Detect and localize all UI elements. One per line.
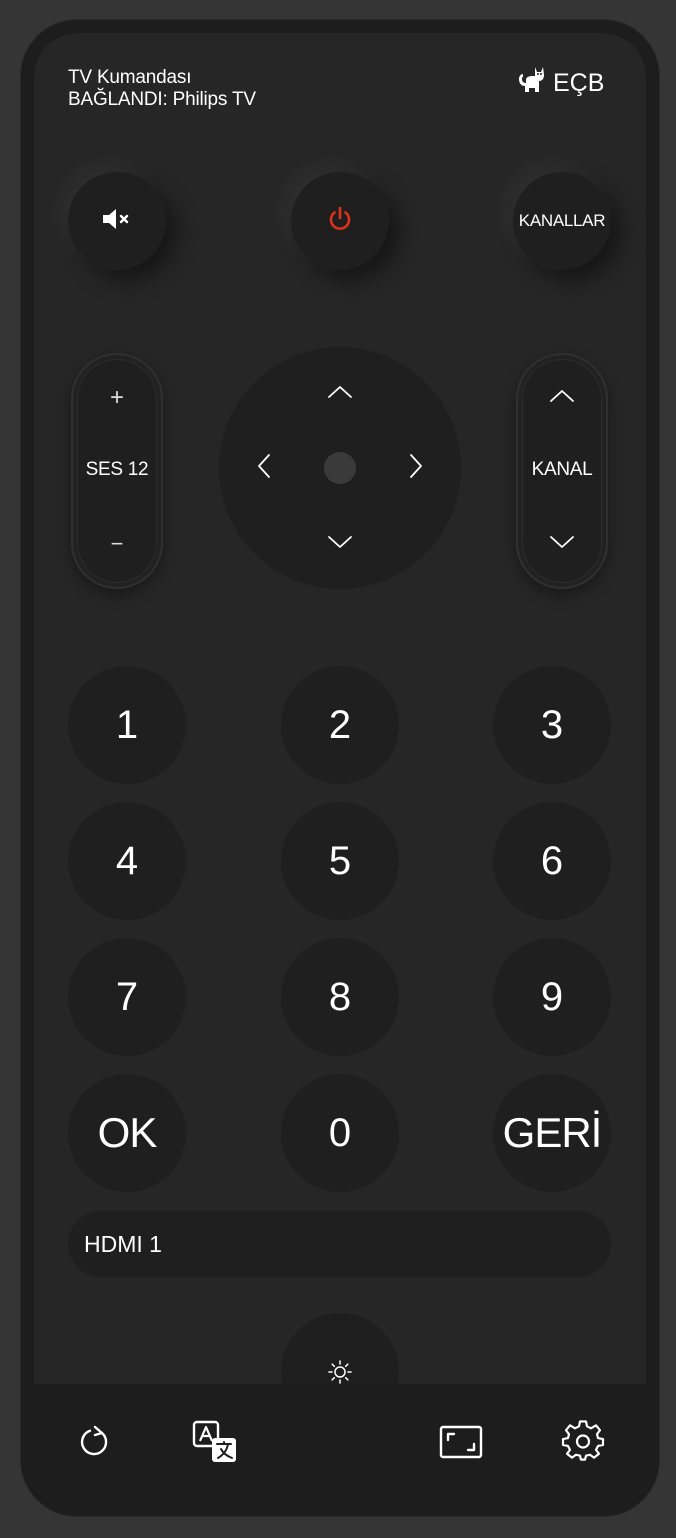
channel-down-button[interactable]	[522, 519, 602, 569]
digit-2-button[interactable]: 2	[281, 666, 399, 784]
dpad-down-button[interactable]	[315, 519, 365, 569]
channel-label: KANAL	[531, 459, 593, 480]
digit-9-button[interactable]: 9	[493, 938, 611, 1056]
channel-up-button[interactable]	[522, 373, 602, 423]
aspect-ratio-icon	[438, 1424, 484, 1465]
ok-button[interactable]: OK	[68, 1074, 186, 1192]
dpad-up-button[interactable]	[315, 369, 365, 419]
mute-button[interactable]	[68, 172, 166, 270]
brand-text: EÇB	[553, 69, 605, 97]
digit-5-button[interactable]: 5	[281, 802, 399, 920]
chevron-right-icon	[408, 453, 424, 484]
digit-7-button[interactable]: 7	[68, 938, 186, 1056]
source-label: HDMI 1	[84, 1230, 162, 1257]
dpad-right-button[interactable]	[391, 443, 441, 493]
volume-down-button[interactable]: −	[77, 519, 157, 569]
plus-icon: +	[109, 384, 124, 411]
minus-icon: −	[110, 531, 124, 556]
dpad-left-button[interactable]	[239, 443, 289, 493]
language-button[interactable]	[190, 1420, 240, 1468]
chevron-down-icon	[327, 534, 353, 555]
digit-0-button[interactable]: 0	[281, 1074, 399, 1192]
translate-icon	[192, 1420, 238, 1469]
refresh-icon	[76, 1424, 112, 1465]
settings-button[interactable]	[560, 1419, 606, 1468]
source-selector[interactable]: HDMI 1	[68, 1211, 611, 1277]
digit-6-button[interactable]: 6	[493, 802, 611, 920]
volume-rocker: + SES 12 −	[71, 353, 163, 589]
volume-up-button[interactable]: +	[77, 373, 157, 423]
brand-logo: EÇB	[515, 64, 604, 103]
power-icon	[326, 205, 354, 238]
cat-icon	[515, 64, 547, 103]
chevron-up-icon	[549, 388, 575, 409]
chevron-left-icon	[256, 453, 272, 484]
speaker-muted-icon	[101, 207, 133, 236]
refresh-button[interactable]	[72, 1422, 116, 1466]
dpad-center-button[interactable]	[324, 452, 356, 484]
digit-4-button[interactable]: 4	[68, 802, 186, 920]
aspect-ratio-button[interactable]	[437, 1424, 485, 1464]
back-button[interactable]: GERİ	[493, 1074, 611, 1192]
directional-pad	[219, 347, 461, 589]
channel-rocker: KANAL	[516, 353, 608, 589]
channels-label: KANALLAR	[518, 211, 606, 230]
settings-icon	[561, 1419, 605, 1468]
power-button[interactable]	[291, 172, 389, 270]
digit-1-button[interactable]: 1	[68, 666, 186, 784]
app-title: TV Kumandası	[68, 67, 192, 88]
channels-button[interactable]: KANALLAR	[513, 172, 611, 270]
chevron-up-icon	[327, 384, 353, 405]
volume-label: SES 12	[85, 459, 149, 480]
connection-status: BAĞLANDI: Philips TV	[68, 89, 256, 110]
digit-3-button[interactable]: 3	[493, 666, 611, 784]
digit-8-button[interactable]: 8	[281, 938, 399, 1056]
chevron-down-icon	[549, 534, 575, 555]
